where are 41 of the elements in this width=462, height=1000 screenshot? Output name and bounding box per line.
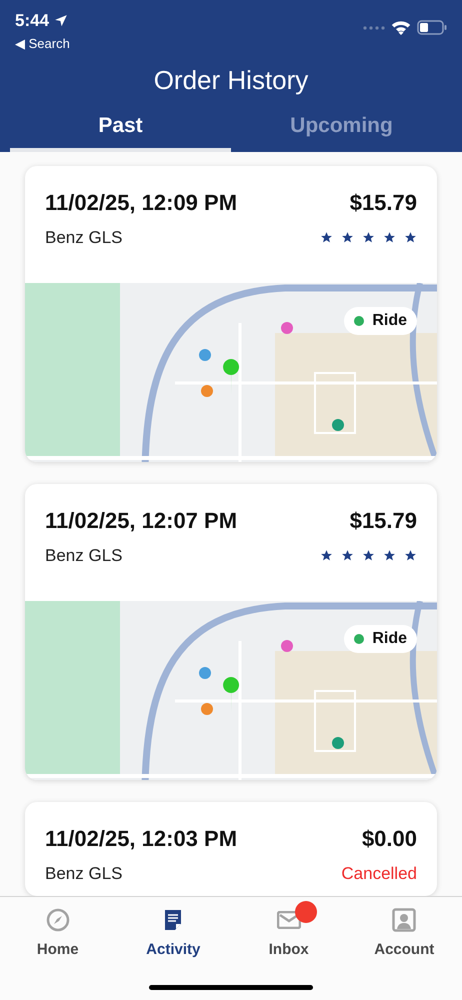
tab[interactable]: Past [10, 104, 231, 152]
vehicle-name: Benz GLS [45, 227, 122, 249]
wifi-icon [391, 20, 411, 35]
badge-label: Ride [372, 628, 407, 649]
compass-icon [46, 908, 70, 932]
status-time: 5:44 [15, 10, 50, 32]
star-icon [362, 549, 375, 562]
star-icon [404, 549, 417, 562]
star-icon [320, 549, 333, 562]
back-link[interactable]: ◀ Search [15, 34, 70, 53]
star-icon [341, 231, 354, 244]
vehicle-name: Benz GLS [45, 545, 122, 568]
badge-label: Ride [372, 310, 407, 330]
order-datetime: 11/02/25, 12:09 PM [45, 189, 238, 217]
tab[interactable]: Upcoming [231, 104, 452, 152]
star-icon [320, 231, 333, 244]
order-card[interactable]: 11/02/25, 12:03 PM $0.00 Benz GLS Cancelled [25, 802, 437, 896]
envelope-icon [276, 911, 301, 929]
user-icon [392, 908, 416, 932]
star-icon [383, 231, 396, 244]
battery-icon [417, 20, 447, 35]
nav-tab[interactable]: Inbox [231, 899, 346, 962]
vehicle-name: Benz GLS [45, 863, 122, 886]
order-card[interactable]: 11/02/25, 12:09 PM $15.79 Benz GLS Ride [25, 166, 437, 462]
order-price: $15.79 [350, 189, 417, 217]
order-datetime: 11/02/25, 12:03 PM [45, 825, 238, 854]
order-price: $0.00 [362, 825, 417, 854]
star-icon [341, 549, 354, 562]
order-datetime: 11/02/25, 12:07 PM [45, 507, 238, 536]
page-title: Order History [154, 64, 308, 96]
order-price: $15.79 [350, 507, 417, 536]
star-icon [362, 231, 375, 244]
signal-icon [363, 26, 385, 30]
location-arrow-icon [54, 14, 68, 28]
nav-tab[interactable]: Account [346, 899, 462, 962]
nav-tab[interactable]: Activity [116, 899, 231, 962]
order-status: Cancelled [341, 863, 417, 886]
star-icon [383, 549, 396, 562]
order-card[interactable]: 11/02/25, 12:07 PM $15.79 Benz GLS Ride [25, 484, 437, 780]
nav-tab[interactable]: Home [0, 899, 116, 962]
star-icon [404, 231, 417, 244]
